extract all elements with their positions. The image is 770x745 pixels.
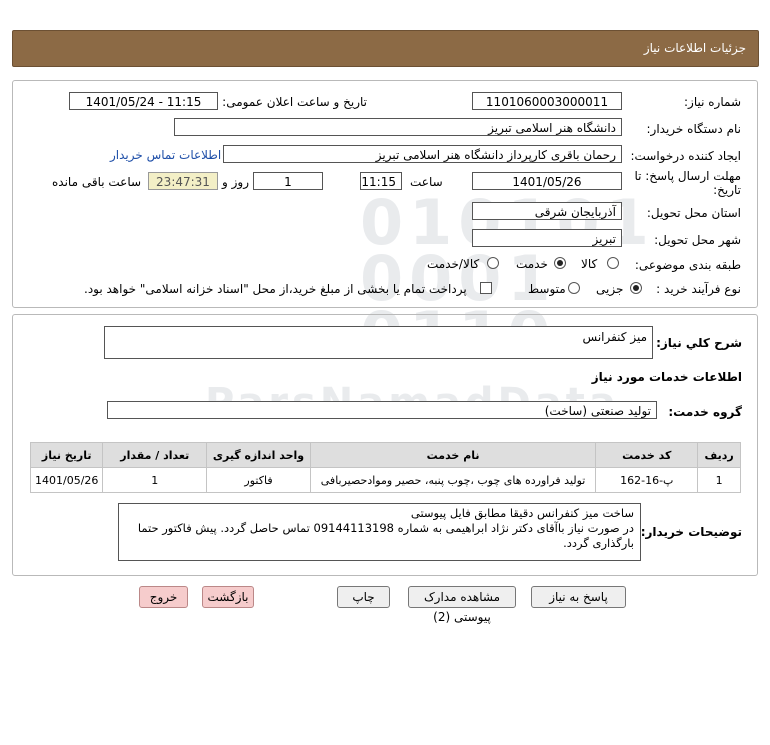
buyer-notes-field: ساخت میز کنفرانس دقیقا مطابق فایل پیوستی… (118, 503, 641, 561)
need-number-field: 1101060003000011 (472, 92, 622, 110)
province-label: استان محل تحویل: (646, 206, 741, 220)
process-partial-radio[interactable] (630, 282, 642, 294)
page-title: جزئیات اطلاعات نیاز (643, 41, 746, 55)
cell-unit: فاکتور (206, 467, 311, 493)
col-code-header: کد خدمت (595, 442, 699, 468)
category-service-label: خدمت (516, 257, 548, 271)
category-goods-label: کالا (581, 257, 598, 271)
col-date-header: تاریخ نیاز (29, 442, 104, 468)
services-table: ردیف کد خدمت نام خدمت واحد اندازه گیری ت… (29, 442, 741, 493)
remaining-time-field: 23:47:31 (148, 172, 218, 190)
summary-label: شرح کلي نیاز: (656, 336, 742, 350)
remaining-label: ساعت باقی مانده (52, 175, 142, 189)
treasury-payment-checkbox[interactable] (480, 282, 492, 294)
table-row: 1 پ-16-162 تولید فراورده های چوب ،چوب پن… (29, 467, 741, 493)
buyer-notes-line-1: ساخت میز کنفرانس دقیقا مطابق فایل پیوستی (410, 506, 634, 520)
col-unit-header: واحد اندازه گیری (206, 442, 311, 468)
city-label: شهر محل تحویل: (654, 233, 741, 247)
summary-field: میز کنفرانس (104, 326, 653, 359)
back-button[interactable]: بازگشت (202, 586, 254, 608)
buyer-notes-line-2: در صورت نیاز باآقای دکتر نژاد ابراهیمی ب… (137, 521, 634, 550)
col-name-header: نام خدمت (309, 442, 597, 468)
announce-label: تاریخ و ساعت اعلان عمومی: (222, 95, 367, 109)
exit-button[interactable]: خروج (139, 586, 188, 608)
buyer-org-field: دانشگاه هنر اسلامی تبریز (174, 118, 622, 136)
category-goods-radio[interactable] (607, 257, 619, 269)
days-field: 1 (253, 172, 323, 190)
category-goods-service-radio[interactable] (487, 257, 499, 269)
buyer-notes-label: توضیحات خریدار: (640, 525, 742, 539)
print-button[interactable]: چاپ (337, 586, 390, 608)
process-medium-radio[interactable] (568, 282, 580, 294)
deadline-date-label: تاریخ: (713, 183, 741, 197)
category-label: طبقه بندی موضوعی: (634, 258, 741, 272)
need-number-label: شماره نیاز: (684, 95, 741, 109)
cell-row: 1 (697, 467, 741, 493)
treasury-payment-note: پرداخت تمام یا بخشی از مبلغ خرید،از محل … (84, 282, 467, 296)
col-row-header: ردیف (697, 442, 741, 468)
service-group-label: گروه خدمت: (668, 405, 742, 419)
contact-info-link[interactable]: اطلاعات تماس خریدار (110, 148, 221, 162)
services-title: اطلاعات خدمات مورد نیاز (591, 370, 742, 384)
deadline-label: مهلت ارسال پاسخ: تا (634, 169, 741, 183)
page-header: جزئیات اطلاعات نیاز (12, 30, 759, 67)
service-group-field: تولید صنعتی (ساخت) (107, 401, 657, 419)
view-attachments-button[interactable]: مشاهده مدارک پیوستی (2) (408, 586, 516, 624)
requester-label: ایجاد کننده درخواست: (630, 149, 741, 163)
category-service-radio[interactable] (554, 257, 566, 269)
province-field: آذربایجان شرقی (472, 202, 622, 220)
process-partial-label: جزیی (596, 282, 624, 296)
city-field: تبریز (472, 229, 622, 247)
cell-code: پ-16-162 (595, 467, 699, 493)
requester-field: رحمان باقری کارپرداز دانشگاه هنر اسلامی … (223, 145, 622, 163)
cell-date: 1401/05/26 (29, 467, 104, 493)
buyer-org-label: نام دستگاه خریدار: (646, 122, 742, 136)
col-qty-header: تعداد / مقدار (102, 442, 208, 468)
category-goods-service-label: کالا/خدمت (427, 257, 480, 271)
process-label: نوع فرآیند خرید : (656, 282, 741, 296)
cell-name: تولید فراورده های چوب ،چوب پنبه، حصیر وم… (309, 467, 597, 493)
days-label: روز و (222, 175, 249, 189)
reply-button[interactable]: پاسخ به نیاز (531, 586, 626, 608)
cell-qty: 1 (102, 467, 208, 493)
deadline-time-field: 11:15 (360, 172, 402, 190)
announce-field: 1401/05/24 - 11:15 (69, 92, 218, 110)
deadline-date-field: 1401/05/26 (472, 172, 622, 190)
time-label: ساعت (410, 175, 443, 189)
table-header-row: ردیف کد خدمت نام خدمت واحد اندازه گیری ت… (29, 442, 741, 468)
info-panel (12, 80, 758, 308)
process-medium-label: متوسط (528, 282, 566, 296)
